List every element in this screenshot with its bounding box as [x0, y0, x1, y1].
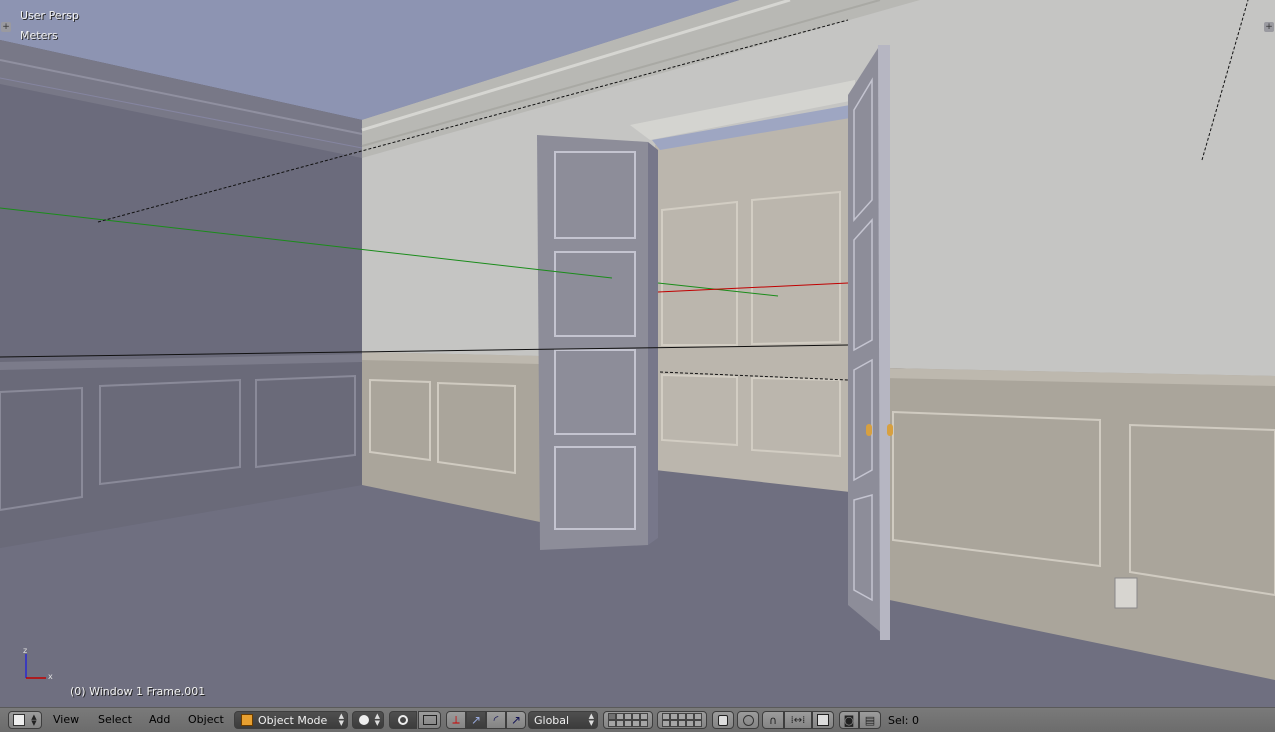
render-image-button[interactable]: ◙ [839, 711, 859, 729]
layer-button[interactable] [662, 720, 670, 727]
axis-z-label: z [23, 646, 27, 655]
layer-button[interactable] [670, 720, 678, 727]
layer-button[interactable] [616, 713, 624, 720]
layer-button[interactable] [678, 720, 686, 727]
updown-arrows-icon: ▲ ▼ [338, 712, 344, 727]
left-door [537, 135, 648, 550]
updown-arrows-icon: ▲ ▼ [374, 712, 380, 727]
pivot-icon [398, 715, 408, 725]
solid-sphere-icon [359, 715, 369, 725]
scene-render [0, 0, 1275, 707]
snap-target-icon [817, 714, 829, 726]
snap-element-dropdown[interactable]: ⁞↔⁞ [784, 711, 812, 729]
menu-view[interactable]: View [53, 713, 79, 726]
layer-button[interactable] [624, 720, 632, 727]
layers-group-2[interactable] [657, 711, 707, 729]
scale-button[interactable]: ↗ [506, 711, 526, 729]
layer-button[interactable] [694, 713, 702, 720]
area-split-handle-right[interactable]: + [1264, 22, 1274, 32]
viewport-shading-dropdown[interactable]: ▲ ▼ [352, 711, 384, 729]
cube-icon [13, 714, 26, 726]
layer-button[interactable] [670, 713, 678, 720]
layer-button[interactable] [632, 720, 640, 727]
snap-to-active-button[interactable] [418, 711, 441, 729]
translate-icon: ↗ [470, 713, 482, 727]
render-animation-button[interactable]: ▤ [859, 711, 881, 729]
axis-x-label: x [48, 672, 53, 681]
layer-button[interactable] [640, 713, 648, 720]
lock-camera-button[interactable] [712, 711, 734, 729]
layer-button[interactable] [624, 713, 632, 720]
layer-button[interactable] [686, 713, 694, 720]
orientation-dropdown[interactable]: Global ▲ ▼ [528, 711, 598, 729]
updown-arrows-icon: ▲ ▼ [31, 713, 37, 727]
layer-button[interactable] [686, 720, 694, 727]
snap-target-button[interactable] [812, 711, 834, 729]
clapperboard-icon: ▤ [864, 713, 876, 727]
camera-icon: ◙ [843, 713, 855, 727]
layer-button[interactable] [608, 720, 616, 727]
menu-object[interactable]: Object [188, 713, 224, 726]
mode-label: Object Mode [258, 713, 328, 727]
menu-add[interactable]: Add [149, 713, 170, 726]
translate-button[interactable]: ↗ [466, 711, 486, 729]
snap-increment-icon: ⁞↔⁞ [790, 714, 806, 726]
object-cube-icon [241, 714, 253, 726]
selection-count: Sel: 0 [888, 714, 920, 727]
layer-button[interactable] [632, 713, 640, 720]
layers-group-1[interactable] [603, 711, 653, 729]
rotate-button[interactable]: ◜ [486, 711, 506, 729]
scale-icon: ↗ [510, 713, 522, 727]
snap-toggle[interactable]: ∩ [762, 711, 784, 729]
layer-button[interactable] [616, 720, 624, 727]
rotate-icon: ◜ [493, 713, 499, 727]
viewport-header: ▲ ▼ View Select Add Object Object Mode ▲ ▼… [0, 707, 1275, 732]
view-name-label: User Persp [20, 9, 79, 22]
area-split-handle-left[interactable]: + [1, 22, 11, 32]
lock-icon [718, 714, 728, 726]
editor-type-button[interactable]: ▲ ▼ [8, 711, 42, 729]
manipulator-toggle[interactable]: ⟂ [446, 711, 466, 729]
proportional-editing-button[interactable] [737, 711, 759, 729]
3d-viewport[interactable]: User Persp Meters + + z x (0) Window 1 F… [0, 0, 1275, 707]
menu-select[interactable]: Select [98, 713, 132, 726]
frame-info-label: (0) Window 1 Frame.001 [70, 685, 206, 698]
layer-button[interactable] [640, 720, 648, 727]
proportional-icon [422, 715, 437, 725]
layer-button[interactable] [678, 713, 686, 720]
layer-1-button[interactable] [608, 713, 616, 720]
pivot-dropdown[interactable] [389, 711, 417, 729]
units-label: Meters [20, 29, 58, 42]
layer-button[interactable] [694, 720, 702, 727]
proportional-edit-icon [742, 714, 754, 726]
updown-arrows-icon: ▲ ▼ [588, 712, 594, 727]
layer-button[interactable] [662, 713, 670, 720]
magnet-icon: ∩ [768, 713, 778, 727]
manipulator-icon: ⟂ [452, 713, 460, 726]
axis-gizmo: z x [23, 646, 53, 681]
orientation-label: Global [534, 713, 570, 727]
mode-dropdown[interactable]: Object Mode ▲ ▼ [234, 711, 348, 729]
